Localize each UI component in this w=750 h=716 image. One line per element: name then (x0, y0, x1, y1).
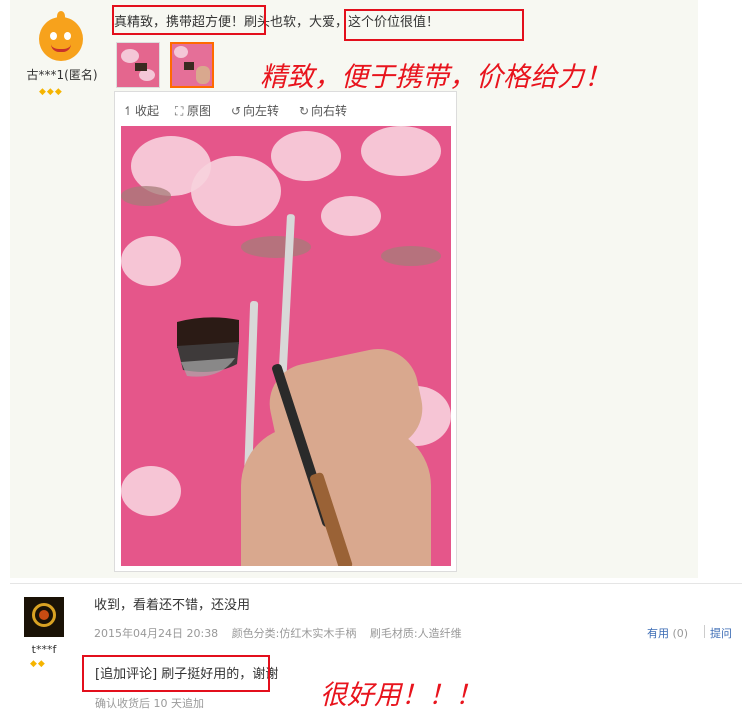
review-text: 收到，看着还不错，还没用 (94, 598, 251, 613)
review-card-1: 古***1(匿名) ◆◆◆ 真精致，携带超方便！刷头也软，大爱，这个价位很值！ … (10, 0, 698, 578)
review-date: 2015年04月24日 20:38 (94, 627, 219, 640)
photo-flower (321, 196, 381, 236)
useful-button[interactable]: 有用 (0) (647, 625, 688, 641)
divider (704, 625, 705, 638)
rotate-right-icon: ↻ (299, 104, 310, 118)
avatar[interactable] (24, 597, 64, 637)
rotate-left-button[interactable]: ↺ 向左转 (231, 102, 279, 119)
viewer-toolbar: ↿ 收起 ⛶ 原图 ↺ 向左转 ↻ 向右转 (115, 92, 456, 126)
avatar-core (39, 610, 49, 620)
thumb-brush (135, 63, 147, 71)
color-category: 颜色分类:仿红木实木手柄 (231, 627, 357, 640)
photo-leaf (381, 246, 441, 266)
review-photo-thumbnail[interactable] (116, 42, 160, 88)
reviewer-name: t***f (31, 643, 57, 656)
bristle-material: 刷毛材质:人造纤维 (369, 627, 462, 640)
photo-flower (191, 156, 281, 226)
thumb-flower (174, 46, 188, 58)
rotate-left-label: 向左转 (243, 104, 280, 118)
expand-icon: ⛶ (175, 104, 184, 118)
highlight-box (344, 9, 524, 41)
rotate-right-button[interactable]: ↻ 向右转 (299, 102, 347, 119)
thumb-flower (121, 49, 139, 63)
reviewer-level-gems-icon: ◆◆ (30, 659, 46, 669)
annotation-note: 精致，便于携带，价格给力！ (260, 62, 611, 93)
original-image-button[interactable]: ⛶ 原图 (175, 102, 211, 119)
reviewer-level-gems-icon: ◆◆◆ (39, 87, 63, 97)
rotate-left-icon: ↺ (231, 104, 242, 118)
collapse-label: 收起 (135, 104, 160, 118)
highlight-box (112, 5, 266, 35)
useful-count: (0) (672, 627, 689, 640)
photo-leaf (121, 186, 171, 206)
review-meta: 2015年04月24日 20:38 颜色分类:仿红木实木手柄 刷毛材质:人造纤维 (94, 625, 472, 641)
photo-flower (271, 131, 341, 181)
useful-label: 有用 (647, 627, 669, 640)
avatar-tuft (57, 11, 65, 21)
collapse-button[interactable]: ↿ 收起 (123, 102, 159, 119)
photo-flower (121, 236, 181, 286)
followup-meta: 确认收货后 10 天追加 (95, 697, 204, 710)
highlight-box (82, 655, 270, 692)
photo-viewer: ↿ 收起 ⛶ 原图 ↺ 向左转 ↻ 向右转 (114, 91, 457, 572)
review-photo-thumbnail-selected[interactable] (170, 42, 214, 88)
photo-flower (361, 126, 441, 176)
collapse-arrow-icon: ↿ (123, 104, 134, 118)
avatar-eye (64, 32, 71, 40)
ask-question-link[interactable]: 提问 (710, 625, 732, 641)
avatar[interactable] (39, 11, 83, 61)
photo-kabuki-brush (175, 314, 241, 384)
reviewer-name: 古***1(匿名) (26, 68, 98, 82)
avatar-mouth (51, 44, 71, 52)
photo-leaf (241, 236, 311, 258)
original-label: 原图 (187, 104, 212, 118)
avatar-eye (50, 32, 57, 40)
thumb-brush (184, 62, 194, 70)
photo-flower (121, 466, 181, 516)
review-card-2: t***f ◆◆ 收到，看着还不错，还没用 2015年04月24日 20:38 … (10, 583, 742, 716)
rotate-right-label: 向右转 (311, 104, 348, 118)
thumb-hand (196, 66, 210, 84)
review-photo-large[interactable] (121, 126, 451, 566)
annotation-note: 很好用！！！ (320, 680, 482, 711)
